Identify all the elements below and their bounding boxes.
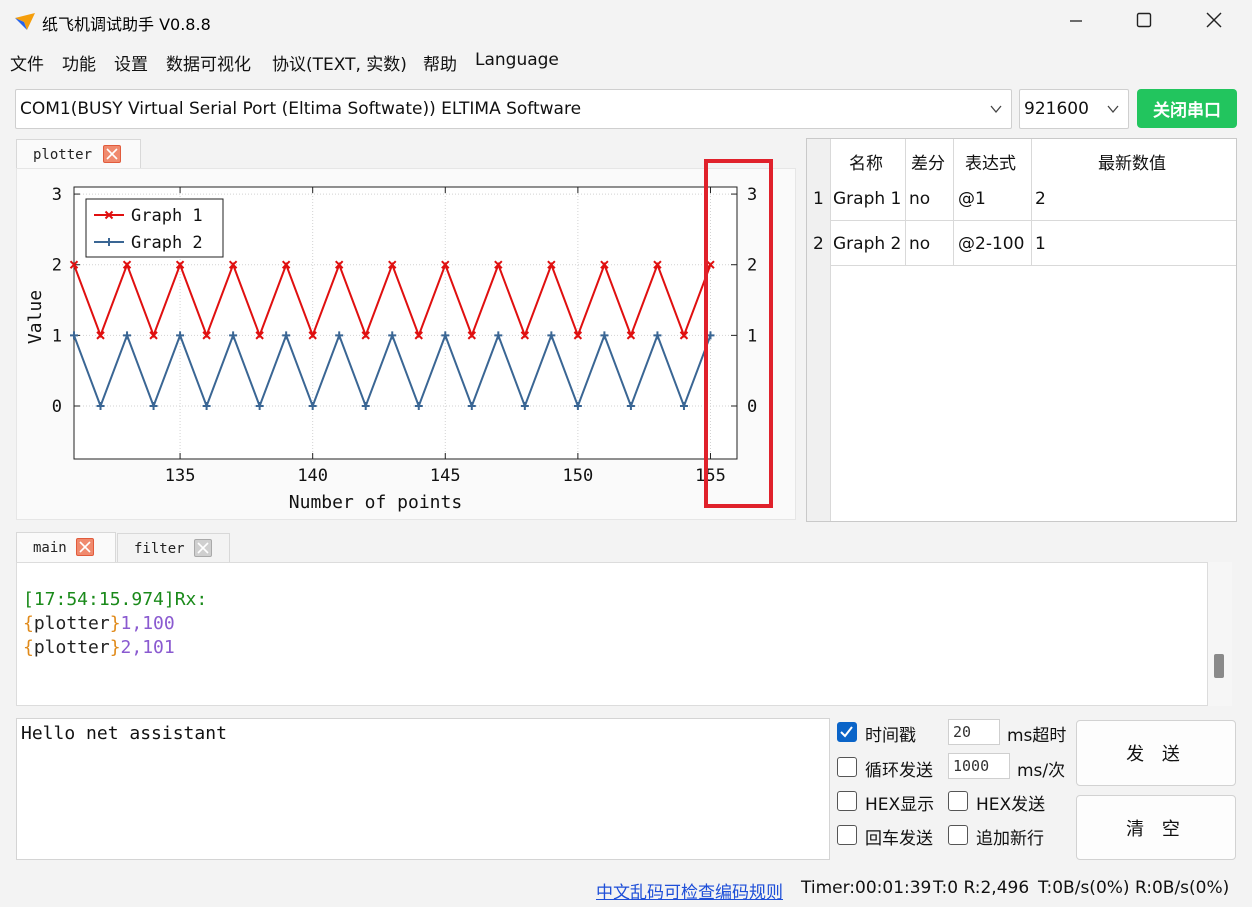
loop-interval-unit: ms/次: [1017, 761, 1066, 781]
table-header-expr: 表达式: [965, 154, 1016, 174]
check-icon: [840, 726, 853, 738]
encoding-help-link[interactable]: 中文乱码可检查编码规则: [596, 878, 783, 903]
close-icon: [1206, 12, 1222, 32]
baud-select[interactable]: 921600: [1019, 89, 1129, 129]
close-tab-icon[interactable]: [103, 145, 121, 163]
timeout-unit: ms超时: [1007, 726, 1067, 746]
status-timer: Timer:00:01:39: [801, 878, 932, 898]
table-cell-expr[interactable]: @2-100: [958, 234, 1024, 254]
port-select[interactable]: COM1(BUSY Virtual Serial Port (Eltima So…: [15, 89, 1012, 129]
paper-plane-icon: [14, 12, 36, 36]
table-row-index: 2: [813, 234, 824, 254]
cr-send-label: 回车发送: [865, 829, 933, 849]
plot-panel: 135 140 145 150 155 0 0 1 1 2 2 3 3 Number of points V…: [16, 159, 797, 521]
y-axis-label: Value: [25, 290, 46, 344]
table-header-name: 名称: [849, 154, 883, 174]
append-newline-label: 追加新行: [976, 829, 1044, 849]
x-tick-label: 135: [165, 466, 196, 486]
loop-interval-input[interactable]: 1000: [948, 753, 1010, 779]
menu-protocol[interactable]: 协议(TEXT, 实数): [272, 50, 407, 75]
title-bar: 纸飞机调试助手 V0.8.8: [0, 0, 1252, 44]
close-window-button[interactable]: [1180, 0, 1248, 44]
minimize-icon: [1069, 13, 1083, 32]
log-scrollbar-thumb[interactable]: [1214, 654, 1224, 678]
send-button[interactable]: 发 送: [1076, 720, 1236, 786]
menu-file[interactable]: 文件: [10, 50, 44, 75]
menu-language[interactable]: Language: [475, 50, 559, 70]
send-input-text: Hello net assistant: [21, 723, 227, 744]
x-tick-label: 140: [297, 466, 328, 486]
legend-label: Graph 2: [131, 233, 203, 253]
graph-table: 名称 差分 表达式 最新数值 1 Graph 1 no @1 2 2 Graph…: [806, 138, 1237, 522]
hex-send-checkbox[interactable]: [948, 791, 968, 811]
maximize-icon: [1136, 12, 1152, 32]
tab-plotter[interactable]: plotter: [16, 139, 141, 169]
y2-tick-label: 0: [747, 397, 757, 417]
tab-filter[interactable]: filter: [117, 533, 230, 563]
line-chart[interactable]: 135 140 145 150 155 0 0 1 1 2 2 3 3 Number of points V…: [17, 159, 797, 521]
table-header-value: 最新数值: [1098, 154, 1166, 174]
legend-label: Graph 1: [131, 206, 203, 226]
menu-visualization[interactable]: 数据可视化: [166, 50, 251, 75]
timestamp-label: 时间戳: [865, 726, 916, 746]
chevron-down-icon: [1106, 101, 1120, 120]
status-tx-rx: T:0 R:2,496: [933, 878, 1030, 898]
menu-help[interactable]: 帮助: [423, 50, 457, 75]
table-row-index: 1: [813, 189, 824, 209]
window-title: 纸飞机调试助手 V0.8.8: [42, 15, 211, 34]
y-tick-label: 0: [52, 397, 62, 417]
menu-function[interactable]: 功能: [62, 50, 96, 75]
status-rates: T:0B/s(0%) R:0B/s(0%): [1038, 878, 1230, 898]
close-tab-icon[interactable]: [194, 539, 212, 557]
table-cell-diff[interactable]: no: [909, 234, 930, 254]
close-port-button[interactable]: 关闭串口: [1137, 89, 1237, 128]
maximize-button[interactable]: [1110, 0, 1178, 44]
send-input[interactable]: Hello net assistant: [16, 718, 830, 860]
hex-display-label: HEX显示: [865, 795, 935, 815]
y2-tick-label: 3: [747, 185, 757, 205]
x-tick-label: 145: [430, 466, 461, 486]
x-axis-label: Number of points: [289, 492, 462, 513]
close-tab-icon[interactable]: [76, 538, 94, 556]
menu-bar: 文件 功能 设置 数据可视化 协议(TEXT, 实数) 帮助 Language: [0, 46, 1252, 76]
table-cell-value: 1: [1035, 234, 1046, 254]
cr-send-checkbox[interactable]: [837, 825, 857, 845]
timestamp-checkbox[interactable]: [837, 722, 857, 742]
x-tick-label: 155: [695, 466, 726, 486]
hex-send-label: HEX发送: [976, 795, 1046, 815]
table-header-diff: 差分: [911, 154, 945, 174]
baud-select-value: 921600: [1024, 99, 1089, 119]
app-window: 纸飞机调试助手 V0.8.8 文件 功能 设置 数据可视化 协议(TEXT, 实…: [0, 0, 1252, 907]
table-cell-expr[interactable]: @1: [958, 189, 986, 209]
table-cell-value: 2: [1035, 189, 1046, 209]
log-line: {plotter}1,100: [23, 613, 175, 634]
clear-button[interactable]: 清 空: [1076, 795, 1236, 860]
table-cell-name[interactable]: Graph 1: [833, 189, 901, 209]
y-tick-label: 1: [52, 326, 62, 346]
loop-send-label: 循环发送: [865, 761, 933, 781]
minimize-button[interactable]: [1042, 0, 1110, 44]
tab-main-label: main: [33, 540, 67, 556]
y-tick-label: 2: [52, 256, 62, 276]
log-timestamp: [17:54:15.974]Rx:: [23, 589, 208, 610]
y-tick-label: 3: [52, 185, 62, 205]
table-cell-diff[interactable]: no: [909, 189, 930, 209]
hex-display-checkbox[interactable]: [837, 791, 857, 811]
log-line: {plotter}2,101: [23, 637, 175, 658]
receive-log[interactable]: [17:54:15.974]Rx: {plotter}1,100 {plotte…: [16, 562, 1208, 706]
timeout-input[interactable]: 20: [948, 719, 1000, 745]
log-scrollbar[interactable]: [1208, 562, 1232, 706]
append-newline-checkbox[interactable]: [948, 825, 968, 845]
tab-main[interactable]: main: [16, 532, 116, 562]
x-tick-label: 150: [563, 466, 594, 486]
menu-settings[interactable]: 设置: [114, 50, 148, 75]
chevron-down-icon: [989, 101, 1003, 120]
tab-filter-label: filter: [134, 541, 185, 557]
tab-plotter-label: plotter: [33, 147, 93, 163]
loop-send-checkbox[interactable]: [837, 757, 857, 777]
table-cell-name[interactable]: Graph 2: [833, 234, 901, 254]
y2-tick-label: 1: [747, 326, 757, 346]
y2-tick-label: 2: [747, 256, 757, 276]
port-select-value: COM1(BUSY Virtual Serial Port (Eltima So…: [20, 99, 582, 119]
